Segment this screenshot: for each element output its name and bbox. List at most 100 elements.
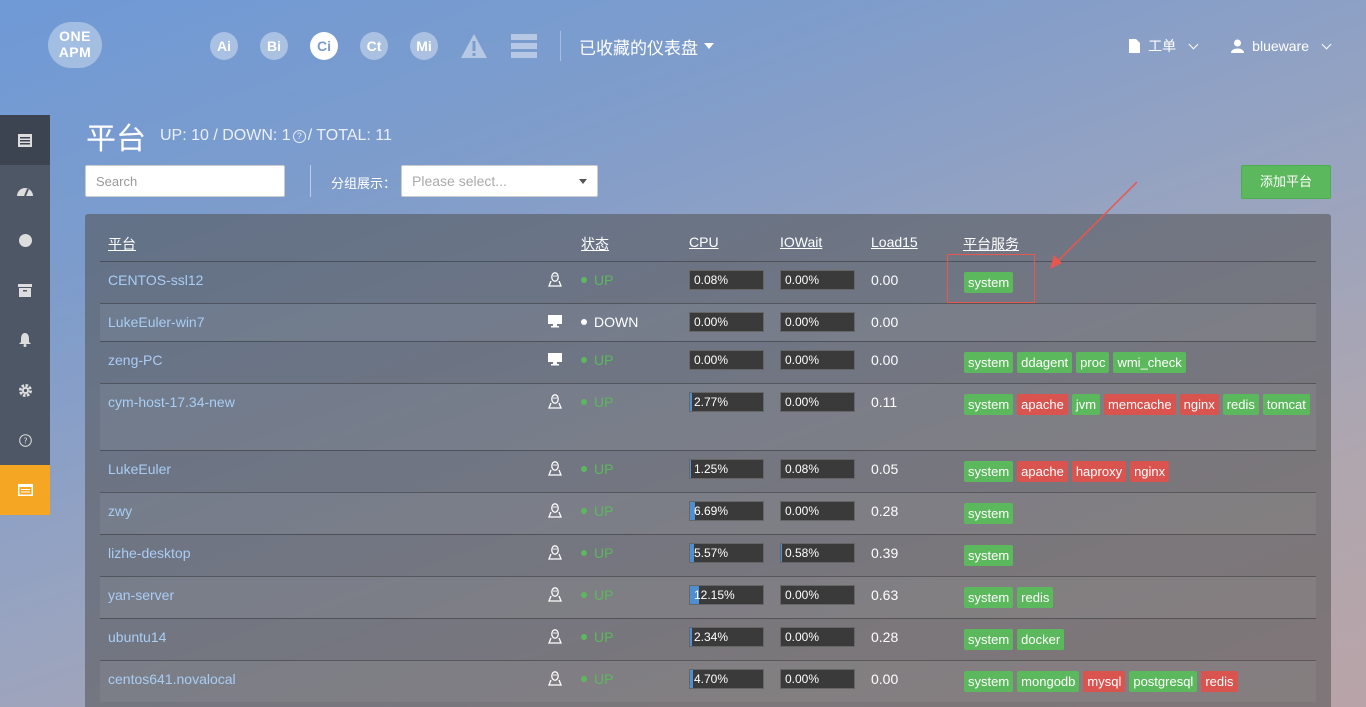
username: blueware [1252,38,1309,54]
monitor-icon [548,352,562,368]
service-tag[interactable]: apache [1017,461,1068,482]
app-bi-icon[interactable]: Bi [260,32,288,60]
load15-value: 0.00 [871,272,899,288]
search-input[interactable] [85,165,285,197]
service-tag[interactable]: proc [1076,352,1110,373]
host-link[interactable]: cym-host-17.34-new [108,394,235,410]
service-tag[interactable]: nginx [1130,461,1170,482]
sidebar-item-dashboard[interactable] [0,165,50,215]
service-tag[interactable]: apache [1017,394,1068,415]
alert-warning-icon[interactable] [460,33,488,59]
app-ai-icon[interactable]: Ai [210,32,238,60]
platform-stats: UP: 10 / DOWN: 1 ? / TOTAL: 11 [160,127,392,145]
col-cpu[interactable]: CPU [689,234,719,250]
host-link[interactable]: LukeEuler [108,461,171,477]
service-tag[interactable]: system [964,394,1014,415]
service-tag[interactable]: wmi_check [1113,352,1186,373]
sidebar-item-settings[interactable] [0,365,50,415]
nav-divider [560,31,561,61]
host-link[interactable]: yan-server [108,587,174,603]
iowait-bar: 0.00% [780,585,855,605]
sidebar-item-archive[interactable] [0,265,50,315]
host-link[interactable]: zeng-PC [108,352,162,368]
table-row: LukeEuler-win7 DOWN 0.00% 0.00% 0.00 [100,303,1316,341]
status-dot-icon [581,592,587,598]
load15-value: 0.00 [871,352,899,368]
host-link[interactable]: ubuntu14 [108,629,166,645]
circle-icon [18,233,32,247]
service-tag[interactable]: postgresql [1129,671,1198,692]
service-tag[interactable]: redis [1201,671,1238,692]
status-dot-icon [581,634,587,640]
sidebar-item-alerts[interactable] [0,315,50,365]
workorder-dropdown[interactable]: 工单 [1129,36,1199,56]
favorite-dashboards-label: 已收藏的仪表盘 [579,38,698,58]
col-services[interactable]: 平台服务 [963,234,1019,254]
service-tag[interactable]: system [964,587,1014,608]
page-title: 平台 [86,123,146,156]
col-platform[interactable]: 平台 [108,234,136,254]
col-iowait[interactable]: IOWait [780,234,822,250]
sidebar-item-platforms[interactable] [0,115,50,165]
add-platform-button[interactable]: 添加平台 [1241,165,1331,199]
service-tag[interactable]: nginx [1179,394,1219,415]
service-tag[interactable]: system [964,352,1014,373]
group-select[interactable]: Please select... [401,165,598,197]
cpu-value: 0.08% [694,273,729,287]
sidebar-item-help[interactable]: ? [0,415,50,465]
service-tag[interactable]: mongodb [1017,671,1080,692]
server-list-icon[interactable] [510,33,538,59]
service-tag[interactable]: redis [1222,394,1259,415]
status-text: UP [594,587,614,603]
service-tag[interactable]: system [964,461,1014,482]
oneapm-logo[interactable]: ONE APM [48,22,102,68]
iowait-value: 0.08% [785,462,820,476]
service-tag[interactable]: system [964,671,1014,692]
cpu-bar: 2.34% [689,627,764,647]
service-tag[interactable]: ddagent [1017,352,1073,373]
sidebar-item-circle[interactable] [0,215,50,265]
host-link[interactable]: zwy [108,503,132,519]
user-dropdown[interactable]: blueware [1231,38,1332,54]
cpu-bar: 4.70% [689,669,764,689]
status-dot-icon [581,508,587,514]
service-tag[interactable]: haproxy [1071,461,1127,482]
service-tag[interactable]: mysql [1083,671,1126,692]
service-tag[interactable]: system [964,629,1014,650]
logo-text-bottom: APM [58,44,92,60]
cpu-value: 1.25% [694,462,729,476]
col-status[interactable]: 状态 [581,234,609,254]
service-tag[interactable]: jvm [1071,394,1101,415]
service-tag[interactable]: docker [1017,629,1065,650]
service-tag[interactable]: redis [1017,587,1054,608]
cpu-bar: 1.25% [689,459,764,479]
help-icon[interactable]: ? [292,129,306,143]
cpu-value: 6.69% [694,504,729,518]
app-mi-icon[interactable]: Mi [410,32,438,60]
iowait-value: 0.00% [785,353,820,367]
status-indicator: UP [581,461,613,477]
platform-table: 平台 状态 CPU IOWait Load15 平台服务 CENTOS-ssl1… [85,214,1331,707]
service-tag[interactable]: tomcat [1262,394,1310,415]
service-tags: system ddagent proc wmi_check [964,352,1314,373]
host-link[interactable]: centos641.novalocal [108,671,236,687]
app-ci-icon[interactable]: Ci [310,32,338,60]
status-text: UP [594,671,614,687]
status-text: UP [594,503,614,519]
app-ct-icon[interactable]: Ct [360,32,388,60]
status-text: UP [594,394,614,410]
host-link[interactable]: lizhe-desktop [108,545,191,561]
service-tags: system docker [964,629,1314,650]
service-tag[interactable]: system [964,503,1014,524]
status-dot-icon [581,357,587,363]
sidebar-item-window[interactable] [0,465,50,515]
service-tags: system [964,503,1314,524]
status-indicator: UP [581,587,613,603]
host-link[interactable]: LukeEuler-win7 [108,314,205,330]
favorite-dashboards-dropdown[interactable]: 已收藏的仪表盘 [579,34,714,59]
service-tag[interactable]: memcache [1104,394,1176,415]
col-load15[interactable]: Load15 [871,234,918,250]
help-icon: ? [18,433,32,447]
service-tag[interactable]: system [964,545,1014,566]
host-link[interactable]: CENTOS-ssl12 [108,272,203,288]
